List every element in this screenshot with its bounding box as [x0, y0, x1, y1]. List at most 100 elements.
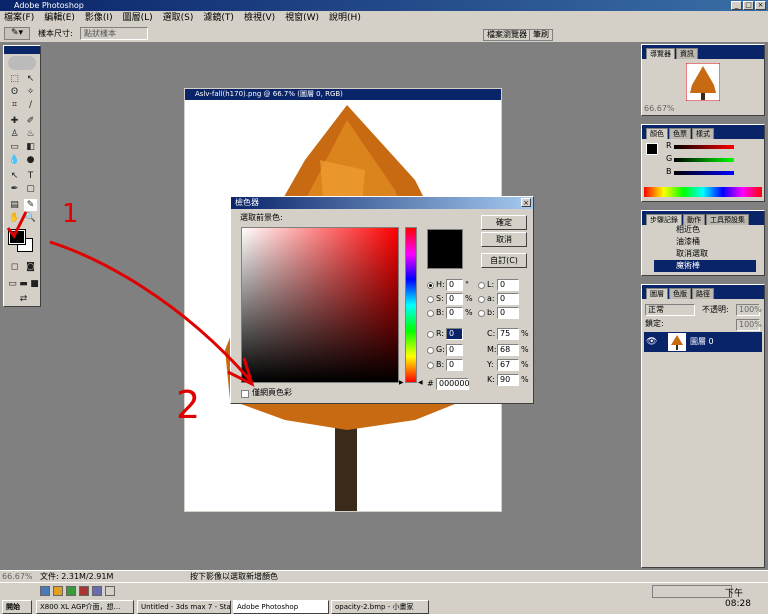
menu-window[interactable]: 視窗(W) — [285, 11, 319, 25]
hue-slider-left-arrow-icon[interactable]: ▶ — [399, 379, 404, 386]
history-item[interactable]: 取消選取 — [676, 248, 708, 260]
path-select-icon[interactable]: ↖ — [8, 170, 21, 182]
quick-launch-icon[interactable] — [40, 586, 50, 596]
tab-navigator[interactable]: 導覽器 — [646, 48, 675, 59]
b-channel-radio[interactable] — [478, 310, 485, 317]
red-field[interactable]: 0 — [446, 328, 463, 340]
screen-mode-full-icon[interactable]: ■ — [28, 278, 41, 290]
quick-launch-icon[interactable] — [79, 586, 89, 596]
red-radio[interactable] — [427, 331, 434, 338]
blur-tool-icon[interactable]: 💧 — [8, 154, 21, 166]
dialog-close-icon[interactable]: × — [521, 198, 531, 207]
hex-field[interactable]: 000000 — [436, 378, 470, 390]
green-radio[interactable] — [427, 347, 434, 354]
saturation-field[interactable]: 0 — [446, 293, 463, 305]
imageready-jump-icon[interactable]: ⇄ — [17, 293, 30, 305]
cyan-field[interactable]: 75 — [497, 328, 519, 340]
status-zoom[interactable]: 66.67% — [2, 571, 33, 582]
b-channel-field[interactable]: 0 — [497, 307, 519, 319]
tab-file-browser[interactable]: 檔案瀏覽器 — [483, 29, 531, 41]
tab-info[interactable]: 資訊 — [676, 48, 698, 59]
menu-help[interactable]: 說明(H) — [329, 11, 361, 25]
lasso-tool-icon[interactable]: ʘ — [8, 86, 21, 98]
brightness-radio[interactable] — [427, 310, 434, 317]
blue-slider[interactable] — [674, 171, 734, 175]
cancel-button[interactable]: 取消 — [481, 232, 527, 247]
maximize-button[interactable]: □ — [743, 1, 754, 10]
zoom-tool-icon[interactable]: 🔍 — [24, 212, 37, 224]
tab-channels[interactable]: 色版 — [669, 288, 691, 299]
quick-mask-icon[interactable]: ◙ — [24, 261, 37, 273]
fill-field[interactable]: 100% — [736, 319, 762, 331]
menu-layer[interactable]: 圖層(L) — [123, 11, 153, 25]
custom-colors-button[interactable]: 自訂(C) — [481, 253, 527, 268]
task-button-active[interactable]: Adobe Photoshop — [233, 600, 329, 614]
blue-radio[interactable] — [427, 362, 434, 369]
green-field[interactable]: 0 — [446, 344, 463, 356]
marquee-tool-icon[interactable]: ⬚ — [8, 73, 21, 85]
a-channel-field[interactable]: 0 — [497, 293, 519, 305]
close-button[interactable]: × — [755, 1, 766, 10]
standard-mode-icon[interactable]: ◻ — [8, 261, 21, 273]
quick-launch-icon[interactable] — [92, 586, 102, 596]
blend-mode-select[interactable]: 正常 — [645, 304, 695, 316]
magenta-field[interactable]: 68 — [497, 344, 519, 356]
dodge-tool-icon[interactable]: ● — [24, 154, 37, 166]
hue-slider[interactable] — [405, 227, 417, 383]
hue-slider-right-arrow-icon[interactable]: ◀ — [418, 379, 423, 386]
task-button[interactable]: opacity-2.bmp - 小畫家 — [331, 600, 429, 614]
layer-visibility-eye-icon[interactable]: 👁 — [646, 337, 657, 347]
red-slider[interactable] — [674, 145, 734, 149]
brush-tool-icon[interactable]: ✐ — [24, 115, 37, 127]
eyedropper-tool-preset-icon[interactable]: ✎▾ — [4, 27, 30, 40]
menu-edit[interactable]: 編輯(E) — [44, 11, 75, 25]
shape-tool-icon[interactable]: ▢ — [24, 183, 37, 195]
tab-paths[interactable]: 路徑 — [692, 288, 714, 299]
web-only-checkbox[interactable] — [241, 390, 249, 398]
type-tool-icon[interactable]: T — [24, 170, 37, 182]
history-item-selected[interactable] — [654, 260, 756, 272]
move-tool-icon[interactable]: ↖ — [24, 73, 37, 85]
start-button[interactable]: 開始 — [2, 600, 32, 614]
quick-launch-icon[interactable] — [53, 586, 63, 596]
tab-swatches[interactable]: 色票 — [669, 128, 691, 139]
tab-tool-presets[interactable]: 工具預設集 — [706, 214, 749, 225]
magic-wand-tool-icon[interactable]: ✧ — [24, 86, 37, 98]
green-slider[interactable] — [674, 158, 734, 162]
color-panel-foreground-swatch[interactable] — [646, 143, 658, 155]
lightness-field[interactable]: 0 — [497, 279, 519, 291]
eraser-tool-icon[interactable]: ▭ — [8, 141, 21, 153]
pen-tool-icon[interactable]: ✒ — [8, 183, 21, 195]
menu-view[interactable]: 檢視(V) — [244, 11, 275, 25]
navigator-zoom[interactable]: 66.67% — [644, 103, 675, 115]
task-button[interactable]: X800 XL AGP介面，想... — [36, 600, 134, 614]
quick-launch-icon[interactable] — [66, 586, 76, 596]
history-brush-icon[interactable]: ♨ — [24, 128, 37, 140]
a-channel-radio[interactable] — [478, 296, 485, 303]
lightness-radio[interactable] — [478, 282, 485, 289]
notes-tool-icon[interactable]: ▤ — [8, 199, 21, 211]
menu-file[interactable]: 檔案(F) — [4, 11, 34, 25]
gradient-tool-icon[interactable]: ◧ — [24, 141, 37, 153]
minimize-button[interactable]: _ — [731, 1, 742, 10]
hand-tool-icon[interactable]: ✋ — [8, 212, 21, 224]
healing-brush-icon[interactable]: ✚ — [8, 115, 21, 127]
menu-filter[interactable]: 濾鏡(T) — [203, 11, 234, 25]
history-item[interactable]: 油漆桶 — [676, 236, 700, 248]
saturation-radio[interactable] — [427, 296, 434, 303]
hue-field[interactable]: 0 — [446, 279, 463, 291]
slice-tool-icon[interactable]: ∕ — [24, 99, 37, 111]
tab-styles[interactable]: 樣式 — [692, 128, 714, 139]
opacity-field[interactable]: 100% — [736, 304, 762, 316]
task-button[interactable]: Untitled - 3ds max 7 - Sta... — [137, 600, 231, 614]
history-item[interactable]: 相近色 — [676, 224, 700, 236]
sample-size-select[interactable]: 點狀樣本 — [80, 27, 148, 40]
foreground-color-swatch[interactable] — [8, 229, 26, 245]
crop-tool-icon[interactable]: ⌗ — [8, 99, 21, 111]
hue-radio[interactable] — [427, 282, 434, 289]
saturation-brightness-field[interactable] — [241, 227, 399, 383]
clone-stamp-icon[interactable]: ♙ — [8, 128, 21, 140]
menu-image[interactable]: 影像(I) — [85, 11, 113, 25]
eyedropper-tool-icon[interactable]: ✎ — [24, 199, 37, 211]
blue-field[interactable]: 0 — [446, 359, 463, 371]
